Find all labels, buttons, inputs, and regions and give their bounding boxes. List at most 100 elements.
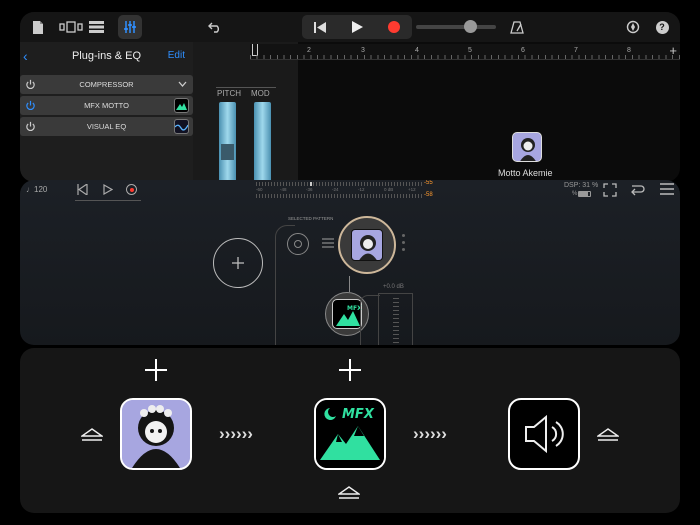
- tempo-note-icon: ♩: [26, 185, 34, 194]
- plugin-item-mfx-motto[interactable]: MFX MOTTO: [20, 96, 193, 115]
- pitch-label: PITCH: [217, 89, 241, 98]
- svg-text:MFX: MFX: [342, 407, 375, 422]
- plus-icon: [232, 257, 244, 269]
- record-icon: [388, 21, 400, 33]
- chain-arrows-icon: ››››››: [413, 424, 447, 443]
- audio-chain: ›››››› MFX ››››››: [20, 348, 680, 513]
- speaker-icon: [525, 414, 564, 454]
- pitch-wheel[interactable]: [219, 102, 236, 182]
- meter-scale-label: -24: [332, 187, 339, 192]
- rewind-icon[interactable]: [77, 184, 88, 195]
- timeline-ruler[interactable]: 2 3 4 5 6 7 8 +: [250, 43, 680, 60]
- gain-label: +0.0 dB: [383, 284, 404, 290]
- plugin-toolbar: ♩ 120 -60 -48 -36 -24 -12 0 dB +12 -55 -: [20, 180, 680, 202]
- ruler-mark: 5: [468, 47, 472, 54]
- play-icon[interactable]: [339, 15, 375, 39]
- ruler-mark: 2: [307, 47, 311, 54]
- meter-peak-bottom: -58: [424, 192, 433, 198]
- plugin-label: VISUAL EQ: [86, 122, 127, 131]
- back-chevron-icon[interactable]: ‹: [23, 48, 28, 64]
- ruler-mark: 7: [574, 47, 578, 54]
- record-icon: [129, 187, 134, 192]
- level-meter: -60 -48 -36 -24 -12 0 dB +12: [256, 182, 422, 198]
- mod-wheel[interactable]: [254, 102, 271, 182]
- mod-label: MOD: [251, 89, 270, 98]
- track-view-icon[interactable]: [58, 18, 84, 36]
- meter-scale-label: -36: [306, 187, 313, 192]
- metronome-icon[interactable]: [508, 18, 526, 36]
- add-before-icon[interactable]: [145, 359, 167, 381]
- eq-curve-icon: [174, 119, 189, 134]
- mfx-icon: MFX: [332, 299, 362, 329]
- plugin-window: ♩ 120 -60 -48 -36 -24 -12 0 dB +12 -55 -: [20, 180, 680, 345]
- meter-scale-label: -60: [256, 187, 263, 192]
- selected-pattern-label: SELECTED PATTERN: [288, 216, 334, 221]
- plugin-item-visual-eq[interactable]: VISUAL EQ: [20, 117, 193, 136]
- volume-slider[interactable]: [416, 25, 496, 29]
- transport-controls: [302, 15, 412, 39]
- dsp-readout: DSP: 31 %: [564, 182, 599, 189]
- meter-scale-label: -48: [280, 187, 287, 192]
- plugins-header: ‹ Plug-ins & EQ Edit: [20, 42, 193, 70]
- eject-icon[interactable]: [597, 428, 619, 442]
- undo-icon[interactable]: [206, 18, 224, 36]
- ruler-mark: 8: [627, 47, 631, 54]
- record-button[interactable]: [376, 15, 412, 39]
- mfx-thumbnail-icon: [174, 98, 189, 113]
- battery-label: %: [572, 191, 578, 197]
- help-button[interactable]: ?: [653, 18, 671, 36]
- plugins-title: Plug-ins & EQ: [71, 50, 142, 62]
- pattern-dial[interactable]: [287, 233, 309, 255]
- tempo-value[interactable]: 120: [34, 185, 47, 194]
- record-button[interactable]: [126, 184, 137, 195]
- rewind-icon[interactable]: [302, 15, 338, 39]
- fullscreen-icon[interactable]: [603, 183, 617, 197]
- plugin-item-compressor[interactable]: COMPRESSOR: [20, 75, 193, 94]
- selected-pattern-instrument[interactable]: [338, 216, 396, 274]
- list-icon[interactable]: [322, 238, 334, 248]
- output-slot[interactable]: [508, 398, 580, 470]
- plugins-eq-panel: ‹ Plug-ins & EQ Edit COMPRESSOR MFX MOTT…: [20, 42, 193, 182]
- settings-icon[interactable]: [624, 18, 642, 36]
- mfx-icon: MFX: [316, 400, 384, 468]
- list-view-icon[interactable]: [87, 18, 105, 36]
- meter-scale-label: 0 dB: [384, 187, 394, 192]
- mixer-icon[interactable]: [118, 15, 142, 39]
- instrument-slot[interactable]: [120, 398, 192, 470]
- play-icon[interactable]: [103, 184, 113, 195]
- eject-icon[interactable]: [81, 428, 103, 442]
- meter-peak-top: -55: [424, 180, 433, 186]
- add-pattern-button[interactable]: [213, 238, 263, 288]
- toolbar: ?: [20, 12, 680, 42]
- document-icon[interactable]: [29, 18, 47, 36]
- instrument-name: Motto Akemie: [498, 168, 553, 178]
- motto-akemie-avatar: [351, 229, 383, 261]
- garageband-panel: ? ‹ Plug-ins & EQ Edit COMPRESSOR MFX MO…: [20, 12, 680, 182]
- ruler-mark: 3: [361, 47, 365, 54]
- add-effect-icon[interactable]: [339, 359, 361, 381]
- power-icon[interactable]: [25, 79, 36, 90]
- add-track-icon[interactable]: +: [669, 43, 677, 58]
- power-icon[interactable]: [25, 121, 36, 132]
- effect-slot[interactable]: MFX: [314, 398, 386, 470]
- meter-scale-label: -12: [358, 187, 365, 192]
- controls-area: PITCH MOD: [193, 42, 298, 182]
- battery-icon: [578, 191, 591, 197]
- routing-icon[interactable]: [630, 183, 646, 197]
- chevron-down-icon[interactable]: [178, 81, 187, 87]
- chain-arrows-icon: ››››››: [219, 424, 253, 443]
- meter-scale-label: +12: [408, 187, 416, 192]
- menu-icon[interactable]: [660, 183, 674, 195]
- gain-fader[interactable]: [378, 293, 413, 345]
- plugin-label: MFX MOTTO: [84, 101, 129, 110]
- eject-icon[interactable]: [338, 486, 360, 500]
- help-icon: ?: [655, 20, 669, 34]
- power-icon[interactable]: [25, 100, 36, 111]
- ruler-mark: 6: [521, 47, 525, 54]
- motto-akemie-icon: [122, 400, 190, 468]
- plugin-label: COMPRESSOR: [79, 80, 134, 89]
- volume-slider-knob[interactable]: [464, 20, 477, 33]
- edit-button[interactable]: Edit: [168, 50, 185, 61]
- ruler-mark: 4: [415, 47, 419, 54]
- motto-akemie-avatar[interactable]: [512, 132, 542, 162]
